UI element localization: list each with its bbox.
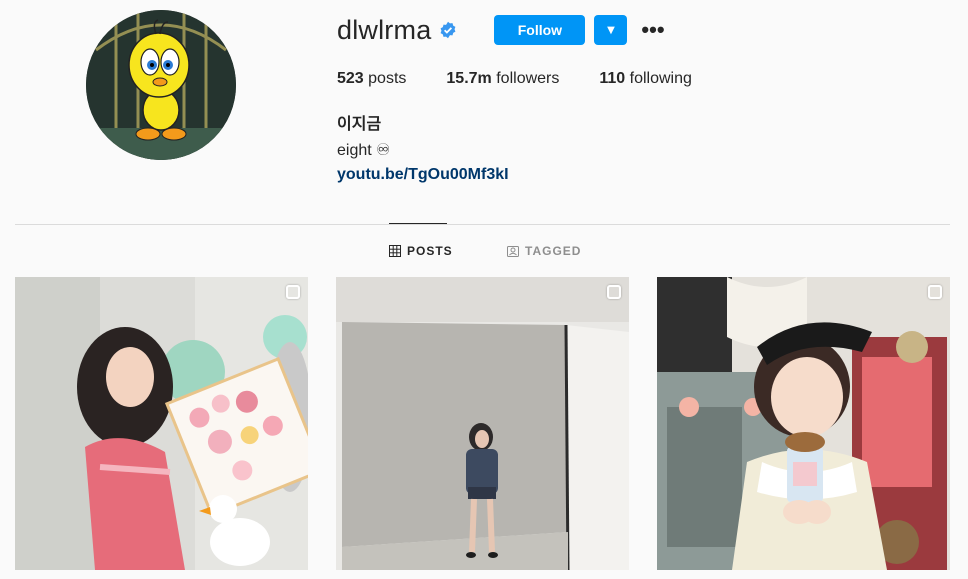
followers-count: 15.7m [446,70,492,87]
tab-posts[interactable]: POSTS [389,244,453,258]
full-name: 이지금 [337,116,382,133]
following-count: 110 [599,70,626,87]
tab-tagged[interactable]: TAGGED [507,244,581,258]
posts-count: 523 [337,70,364,87]
tab-tagged-label: TAGGED [525,244,582,258]
follow-button[interactable]: Follow [494,15,586,45]
tab-posts-label: POSTS [407,244,453,258]
tweety-avatar-image [86,10,236,160]
posts-stat: 523 posts [337,70,406,88]
carousel-icon [607,285,621,299]
following-label: following [629,70,692,87]
tagged-icon [507,246,519,257]
post-image [336,277,629,570]
tabs-divider [15,224,950,225]
username: dlwlrma [337,14,432,45]
carousel-icon [928,285,942,299]
profile-header-row: dlwlrma Follow ▼ ••• [337,14,732,46]
post-thumbnail[interactable] [336,277,629,570]
following-stat[interactable]: 110 following [599,70,692,88]
more-options-icon[interactable]: ••• [641,19,664,41]
profile-page: dlwlrma Follow ▼ ••• 523 posts 15.7m fol… [0,0,968,579]
profile-stats: 523 posts 15.7m followers 110 following [337,70,732,88]
carousel-icon [286,285,300,299]
post-image [657,277,950,570]
post-image [15,277,308,570]
followers-stat[interactable]: 15.7m followers [446,70,559,88]
caret-down-icon: ▼ [607,24,615,36]
post-thumbnail[interactable] [15,277,308,570]
profile-avatar[interactable] [86,10,236,160]
grid-icon [389,245,401,257]
suggestions-dropdown-button[interactable]: ▼ [594,15,628,45]
verified-badge-icon [439,21,457,39]
post-thumbnail[interactable] [657,277,950,570]
bio-link[interactable]: youtu.be/TgOu00Mf3kI [337,166,732,184]
profile-info: dlwlrma Follow ▼ ••• 523 posts 15.7m fol… [337,14,732,184]
active-tab-indicator [389,223,447,224]
followers-label: followers [496,70,560,87]
posts-label: posts [368,70,407,87]
bio-text: eight ♾ [337,142,391,159]
